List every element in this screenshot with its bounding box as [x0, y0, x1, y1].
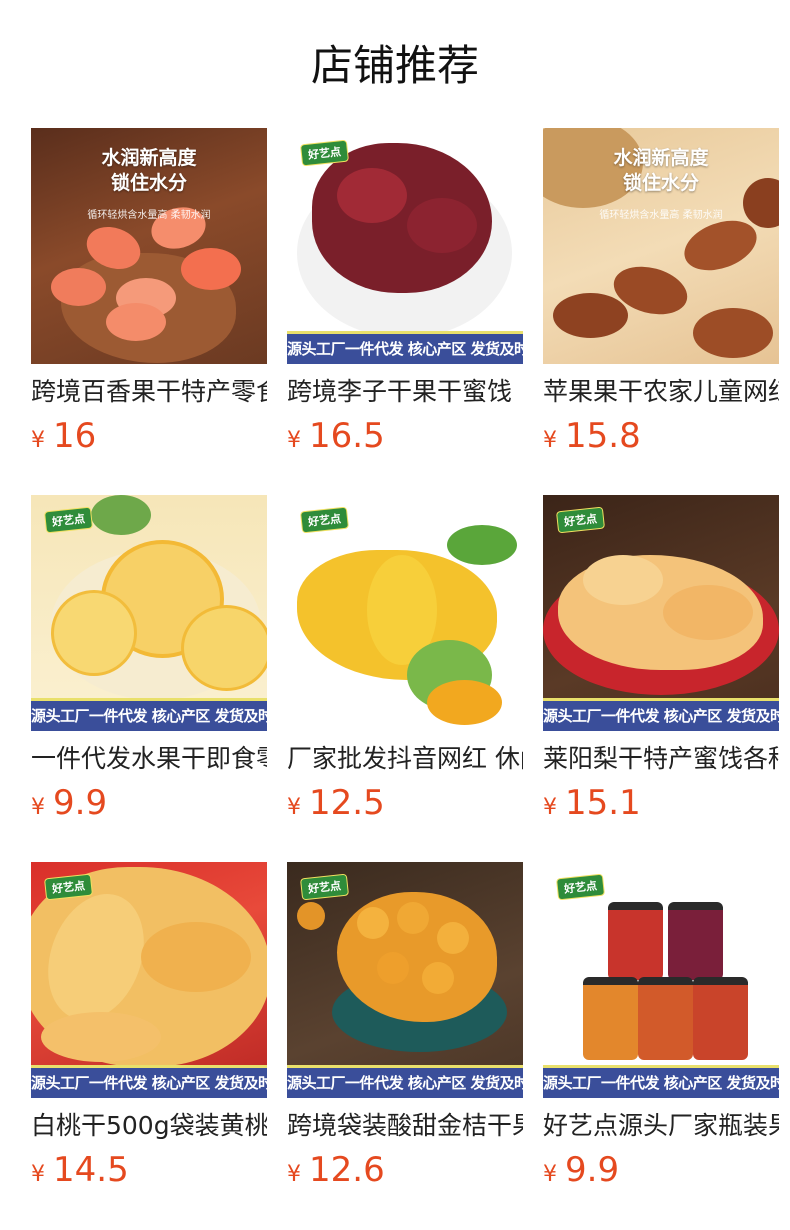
product-image[interactable]: 好艺点: [287, 495, 523, 731]
product-tagline: 水润新高度 锁住水分: [613, 147, 709, 194]
currency-symbol: ¥: [543, 428, 557, 453]
product-card[interactable]: 好艺点 源头工厂一件代发 核心产区 发货及时 莱阳梨干特产蜜饯各种 ¥15.1: [543, 495, 779, 862]
price-value: 16.5: [309, 416, 385, 456]
product-card[interactable]: 好艺点 源头工厂一件代发 核心产区 发货及时 一件代发水果干即食零食 ¥9.9: [31, 495, 267, 862]
price-value: 9.9: [53, 783, 108, 823]
price-value: 16: [53, 416, 97, 456]
product-name[interactable]: 跨境李子干果干蜜饯: [287, 376, 523, 408]
product-banner: 源头工厂一件代发 核心产区 发货及时: [543, 698, 779, 731]
product-name[interactable]: 莱阳梨干特产蜜饯各种: [543, 743, 779, 775]
product-price: ¥14.5: [31, 1150, 267, 1196]
product-name[interactable]: 好艺点源头厂家瓶装果干: [543, 1110, 779, 1142]
price-value: 12.5: [309, 783, 385, 823]
product-image[interactable]: 好艺点 源头工厂一件代发 核心产区 发货及时: [31, 495, 267, 731]
product-card[interactable]: 水润新高度 锁住水分 循环轻烘含水量高 柔韧水润 苹果果干农家儿童网红 ¥15.…: [543, 128, 779, 495]
product-price: ¥12.5: [287, 783, 523, 829]
product-name[interactable]: 白桃干500g袋装黄桃: [31, 1110, 267, 1142]
product-name[interactable]: 跨境百香果干特产零食: [31, 376, 267, 408]
product-price: ¥12.6: [287, 1150, 523, 1196]
product-banner: 源头工厂一件代发 核心产区 发货及时: [287, 331, 523, 364]
product-card[interactable]: 好艺点 源头工厂一件代发 核心产区 发货及时 好艺点源头厂家瓶装果干 ¥9.9: [543, 862, 779, 1229]
brand-logo: 好艺点: [555, 506, 606, 534]
product-banner: 源头工厂一件代发 核心产区 发货及时: [31, 698, 267, 731]
price-value: 15.8: [565, 416, 641, 456]
price-value: 15.1: [565, 783, 641, 823]
currency-symbol: ¥: [31, 428, 45, 453]
product-price: ¥16: [31, 416, 267, 462]
price-value: 9.9: [565, 1150, 620, 1190]
product-card[interactable]: 好艺点 源头工厂一件代发 核心产区 发货及时 跨境袋装酸甜金桔干果 ¥12.6: [287, 862, 523, 1229]
product-subtag: 循环轻烘含水量高 柔韧水润: [87, 210, 211, 221]
product-image[interactable]: 好艺点 源头工厂一件代发 核心产区 发货及时: [31, 862, 267, 1098]
product-name[interactable]: 一件代发水果干即食零食: [31, 743, 267, 775]
brand-logo: 好艺点: [299, 506, 350, 534]
product-subtag: 循环轻烘含水量高 柔韧水润: [599, 210, 723, 221]
product-banner: 源头工厂一件代发 核心产区 发货及时: [31, 1065, 267, 1098]
product-name[interactable]: 苹果果干农家儿童网红: [543, 376, 779, 408]
currency-symbol: ¥: [31, 1162, 45, 1187]
product-banner: 源头工厂一件代发 核心产区 发货及时: [543, 1065, 779, 1098]
brand-logo: 好艺点: [43, 506, 94, 534]
product-banner: 源头工厂一件代发 核心产区 发货及时: [287, 1065, 523, 1098]
brand-logo: 好艺点: [299, 873, 350, 901]
product-price: ¥9.9: [31, 783, 267, 829]
product-tagline: 水润新高度 锁住水分: [101, 147, 197, 194]
product-image[interactable]: 好艺点 源头工厂一件代发 核心产区 发货及时: [287, 128, 523, 364]
product-price: ¥16.5: [287, 416, 523, 462]
currency-symbol: ¥: [287, 1162, 301, 1187]
product-grid: 水润新高度 锁住水分 循环轻烘含水量高 柔韧水润 跨境百香果干特产零食 ¥16 …: [31, 128, 779, 1229]
price-value: 14.5: [53, 1150, 129, 1190]
product-price: ¥15.8: [543, 416, 779, 462]
currency-symbol: ¥: [287, 428, 301, 453]
product-image[interactable]: 水润新高度 锁住水分 循环轻烘含水量高 柔韧水润: [31, 128, 267, 364]
product-price: ¥15.1: [543, 783, 779, 829]
product-image[interactable]: 好艺点 源头工厂一件代发 核心产区 发货及时: [287, 862, 523, 1098]
product-image[interactable]: 好艺点 源头工厂一件代发 核心产区 发货及时: [543, 495, 779, 731]
product-image[interactable]: 好艺点 源头工厂一件代发 核心产区 发货及时: [543, 862, 779, 1098]
product-image[interactable]: 水润新高度 锁住水分 循环轻烘含水量高 柔韧水润: [543, 128, 779, 364]
currency-symbol: ¥: [543, 1162, 557, 1187]
currency-symbol: ¥: [287, 795, 301, 820]
product-name[interactable]: 跨境袋装酸甜金桔干果: [287, 1110, 523, 1142]
product-card[interactable]: 好艺点 厂家批发抖音网红 休闲 ¥12.5: [287, 495, 523, 862]
product-price: ¥9.9: [543, 1150, 779, 1196]
price-value: 12.6: [309, 1150, 385, 1190]
currency-symbol: ¥: [31, 795, 45, 820]
brand-logo: 好艺点: [555, 873, 606, 901]
page-title: 店铺推荐: [310, 41, 479, 90]
product-card[interactable]: 好艺点 源头工厂一件代发 核心产区 发货及时 跨境李子干果干蜜饯 ¥16.5: [287, 128, 523, 495]
currency-symbol: ¥: [543, 795, 557, 820]
product-card[interactable]: 好艺点 源头工厂一件代发 核心产区 发货及时 白桃干500g袋装黄桃 ¥14.5: [31, 862, 267, 1229]
product-card[interactable]: 水润新高度 锁住水分 循环轻烘含水量高 柔韧水润 跨境百香果干特产零食 ¥16: [31, 128, 267, 495]
product-name[interactable]: 厂家批发抖音网红 休闲: [287, 743, 523, 775]
